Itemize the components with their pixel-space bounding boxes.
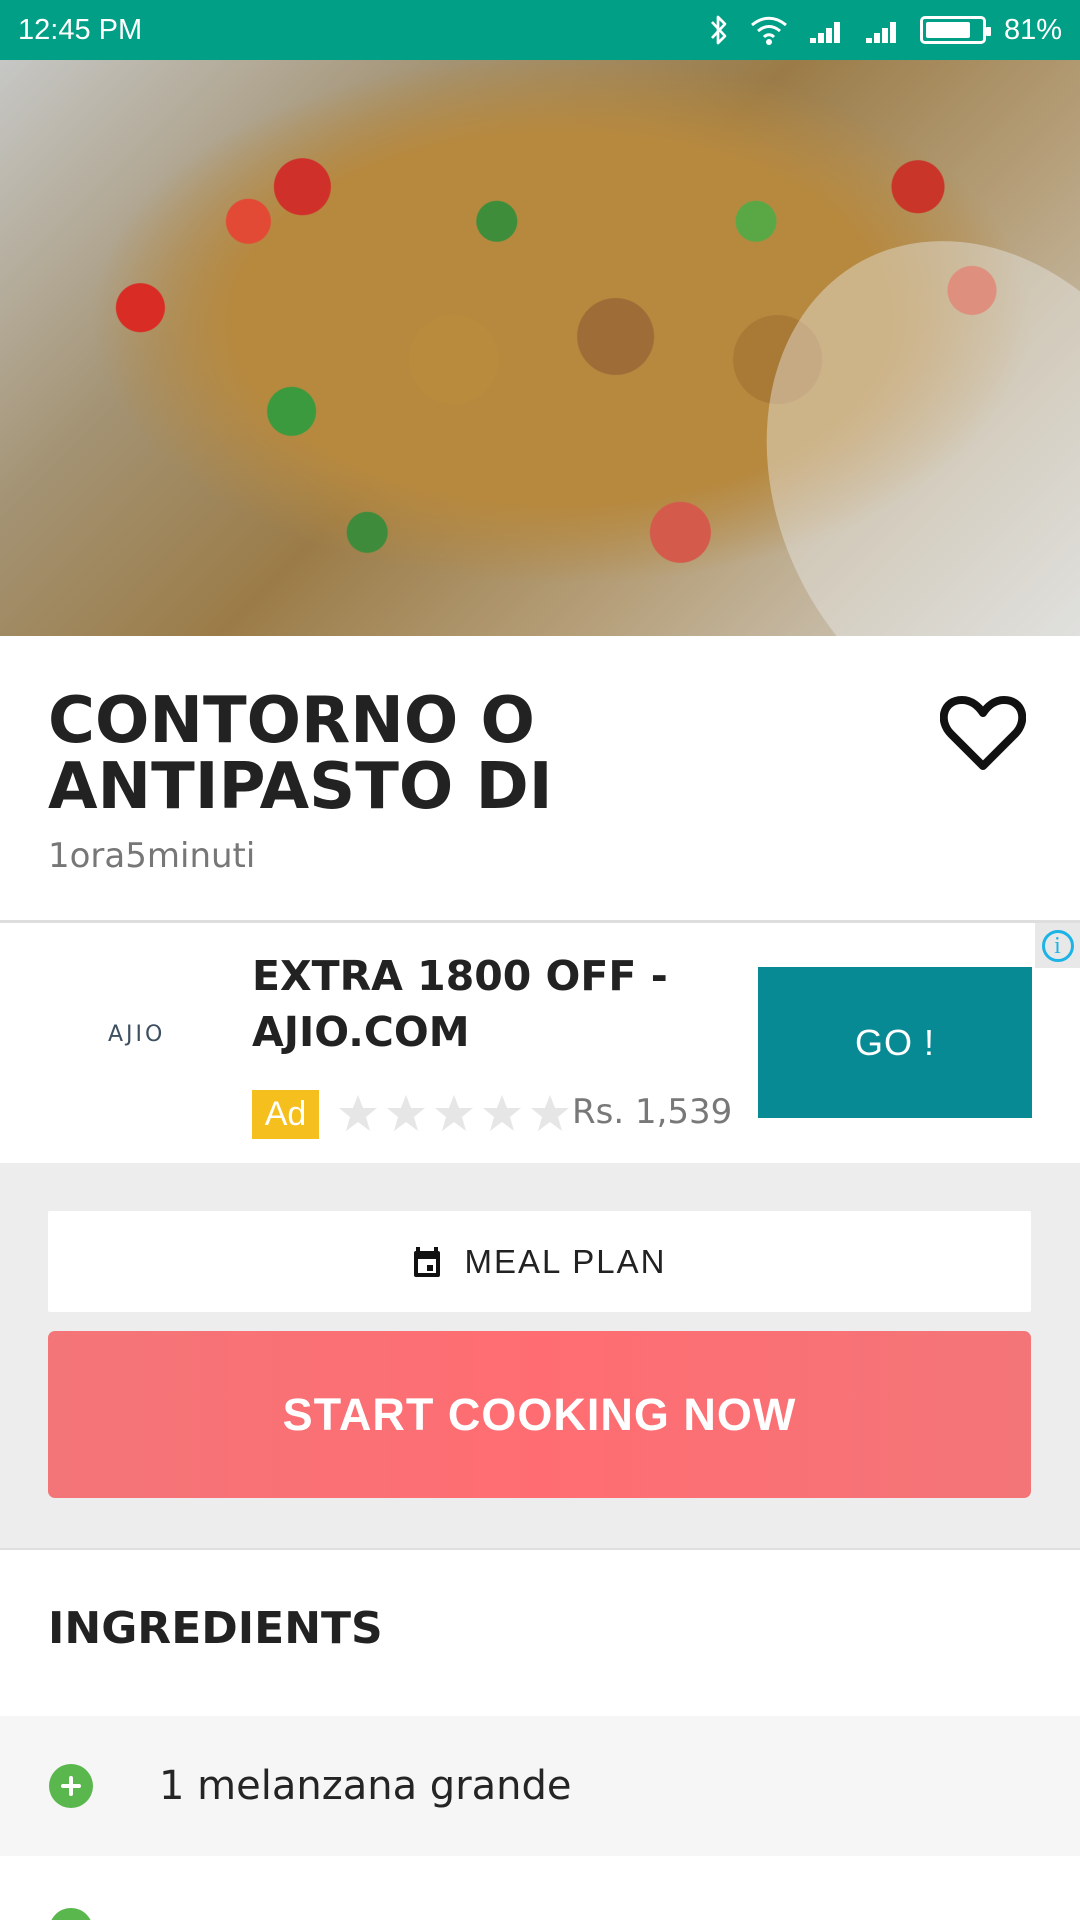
- status-icons: 81%: [708, 14, 1062, 47]
- recipe-title-line-2: ANTIPASTO DI: [48, 750, 553, 824]
- recipe-title: CONTORNO O ANTIPASTO DI: [48, 688, 608, 820]
- star-icon: [435, 1095, 473, 1131]
- recipe-detail-screen: 12:45 PM 81% CONTORNO O ANTIPASTO DI 1or…: [0, 0, 1080, 1920]
- signal-icon: [864, 15, 902, 45]
- meal-plan-label: MEAL PLAN: [464, 1242, 667, 1280]
- recipe-title-line-1: CONTORNO O: [48, 684, 535, 758]
- wifi-icon: [748, 14, 790, 46]
- battery-tip: [985, 27, 991, 36]
- star-icon: [483, 1095, 521, 1131]
- add-circle-icon[interactable]: [49, 1764, 93, 1808]
- add-circle-icon[interactable]: [49, 1908, 93, 1920]
- ad-info-button[interactable]: i: [1035, 923, 1080, 968]
- ad-headline-line-2: AJIO.COM: [252, 1008, 470, 1056]
- ad-headline-line-1: EXTRA 1800 OFF -: [252, 952, 668, 1000]
- ad-price: Rs. 1,539: [572, 1092, 733, 1132]
- ingredients-heading: INGREDIENTS: [48, 1603, 383, 1654]
- favorite-button[interactable]: [939, 692, 1027, 774]
- ajio-logo: AJIO: [108, 1022, 166, 1047]
- info-icon: i: [1041, 929, 1074, 962]
- ingredient-text: 1 melanzana grande: [159, 1763, 572, 1809]
- recipe-header: CONTORNO O ANTIPASTO DI 1ora5minuti: [0, 636, 1080, 922]
- star-icon: [339, 1095, 377, 1131]
- signal-icon: [808, 15, 846, 45]
- status-bar: 12:45 PM 81%: [0, 0, 1080, 60]
- calendar-icon: [414, 1246, 441, 1277]
- recipe-time: 1ora5minuti: [48, 836, 256, 876]
- battery-level-fill: [925, 22, 970, 38]
- ingredient-row[interactable]: 1 melanzana grande: [0, 1716, 1080, 1856]
- bluetooth-icon: [708, 14, 730, 46]
- star-icon: [531, 1095, 569, 1131]
- meal-plan-button[interactable]: MEAL PLAN: [48, 1211, 1031, 1312]
- battery-percent: 81%: [1003, 13, 1062, 46]
- battery-icon: [919, 16, 991, 44]
- actions-divider: [0, 1548, 1080, 1550]
- ad-headline[interactable]: EXTRA 1800 OFF - AJIO.COM: [252, 948, 722, 1060]
- ingredient-row[interactable]: [0, 1856, 1080, 1920]
- star-icon: [387, 1095, 425, 1131]
- recipe-hero-image: [0, 60, 1080, 636]
- heart-outline-icon: [939, 696, 1027, 770]
- status-time: 12:45 PM: [18, 13, 143, 46]
- ad-go-button[interactable]: GO !: [758, 967, 1032, 1118]
- ad-badge: Ad: [252, 1090, 319, 1139]
- ad-rating-stars: [334, 1088, 574, 1138]
- start-cooking-button[interactable]: START COOKING NOW: [48, 1331, 1031, 1498]
